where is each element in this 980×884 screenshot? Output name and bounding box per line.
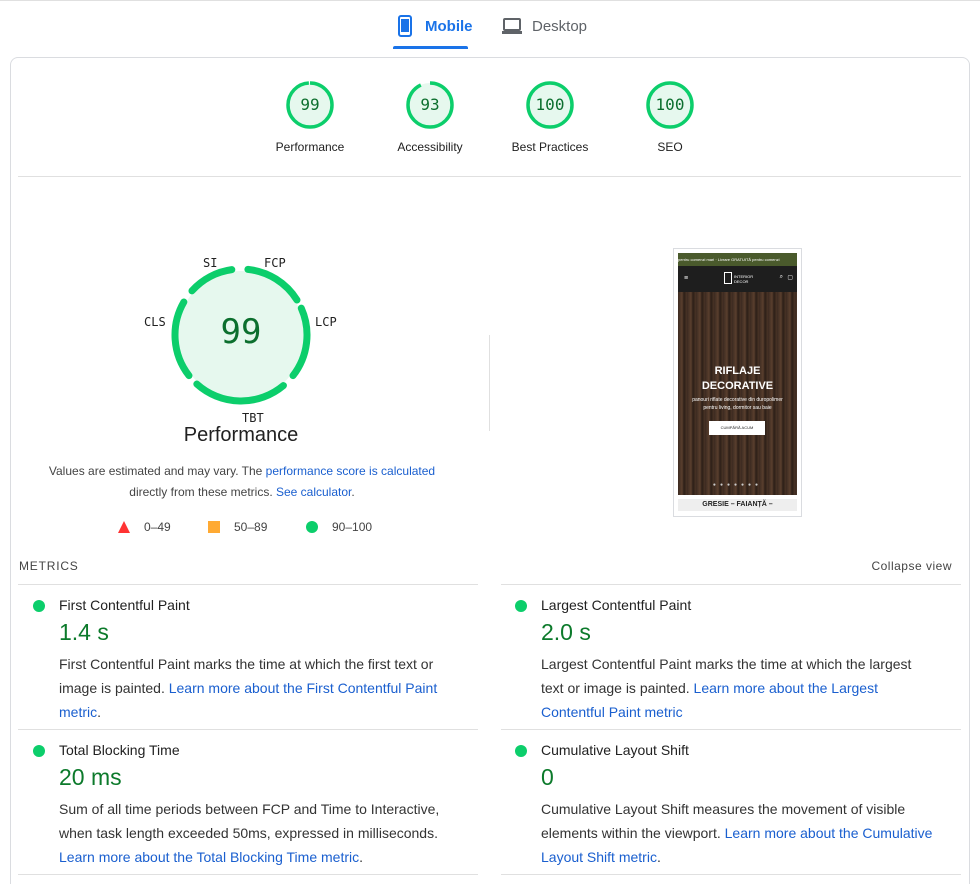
triangle-icon	[118, 521, 130, 533]
score-value: 93	[420, 95, 440, 114]
metric-desc-post: .	[97, 704, 102, 720]
note-text-2: directly from these metrics.	[129, 485, 276, 499]
see-calculator-link[interactable]: See calculator	[276, 485, 351, 499]
score-value: 100	[535, 95, 565, 114]
note-text-3: .	[351, 485, 355, 499]
pass-circle-icon	[33, 600, 45, 612]
search-icon: ⌕	[779, 274, 783, 280]
metrics-divider	[501, 584, 961, 585]
metrics-divider	[501, 874, 961, 875]
score-label: Performance	[275, 140, 345, 154]
performance-score: 99	[220, 312, 262, 352]
metrics-divider	[18, 729, 478, 730]
hero-subtitle: panouri riflate decorative din duropolim…	[692, 397, 783, 411]
legend-average: 50–89	[208, 520, 267, 534]
metric-description: First Contentful Paint marks the time at…	[59, 652, 454, 724]
metric-description: Sum of all time periods between FCP and …	[59, 797, 454, 869]
smartphone-icon	[394, 15, 416, 37]
pass-circle-icon	[33, 745, 45, 757]
score-note: Values are estimated and may vary. The p…	[40, 461, 444, 503]
score-gauge-seo[interactable]: 100 SEO	[620, 80, 720, 154]
cart-icon: ▢	[787, 275, 793, 281]
gauges-divider	[18, 176, 961, 177]
metric-name: Cumulative Layout Shift	[541, 742, 689, 758]
metric-description: Largest Contentful Paint marks the time …	[541, 652, 936, 724]
legend-pass-range: 90–100	[332, 520, 373, 534]
square-icon	[208, 521, 220, 533]
metric-desc-text: Sum of all time periods between FCP and …	[59, 801, 440, 841]
screenshot-footer: GRESIE – FAIANȚĂ –	[678, 499, 797, 511]
metric-fcp: First Contentful Paint 1.4 s First Conte…	[33, 597, 453, 722]
metric-value: 20 ms	[59, 764, 122, 790]
score-value: 100	[655, 95, 685, 114]
final-screenshot[interactable]: pentru comenzi mari · Livrare GRATUITĂ p…	[673, 248, 802, 517]
metric-name: First Contentful Paint	[59, 597, 190, 613]
legend-fail: 0–49	[118, 520, 171, 534]
metric-cls: Cumulative Layout Shift 0 Cumulative Lay…	[515, 742, 935, 867]
learn-more-tbt-link[interactable]: Learn more about the Total Blocking Time…	[59, 849, 359, 865]
metric-value: 1.4 s	[59, 619, 109, 645]
menu-icon: ≡	[684, 275, 689, 282]
metric-desc-post: .	[656, 849, 661, 865]
tab-mobile[interactable]: Mobile	[394, 12, 473, 40]
metric-label-lcp: LCP	[315, 315, 337, 329]
legend-average-range: 50–89	[234, 520, 268, 534]
legend-fail-range: 0–49	[144, 520, 171, 534]
metric-label-si: SI	[203, 256, 218, 270]
metrics-divider	[18, 874, 478, 875]
screenshot-logo: INTERIOR DECOR	[724, 272, 754, 286]
tab-desktop[interactable]: Desktop	[501, 12, 587, 40]
device-tabs: Mobile Desktop	[0, 0, 980, 52]
carousel-dots: ●●●●●●●	[712, 482, 763, 488]
metrics-divider	[18, 584, 478, 585]
metrics-divider	[501, 729, 961, 730]
laptop-icon	[501, 15, 523, 37]
hero-title: RIFLAJE DECORATIVE	[701, 365, 774, 392]
tab-mobile-label: Mobile	[425, 17, 473, 35]
score-value: 99	[300, 95, 320, 114]
metric-lcp: Largest Contentful Paint 2.0 s Largest C…	[515, 597, 935, 722]
score-calculated-link[interactable]: performance score is calculated	[266, 464, 435, 478]
active-tab-indicator	[393, 46, 468, 49]
pass-circle-icon	[515, 745, 527, 757]
performance-title: Performance	[183, 424, 299, 446]
note-text: Values are estimated and may vary. The	[48, 464, 266, 478]
logo-line-2: DECOR	[734, 279, 749, 284]
metric-label-cls: CLS	[144, 315, 166, 329]
score-gauge-performance[interactable]: 99 Performance	[260, 80, 360, 154]
metrics-heading: METRICS	[19, 559, 79, 573]
screenshot-header: ≡ INTERIOR DECOR ⌕ ▢	[678, 266, 797, 292]
pass-circle-icon	[515, 600, 527, 612]
metric-description: Cumulative Layout Shift measures the mov…	[541, 797, 936, 869]
vertical-divider	[489, 335, 490, 431]
score-label: Accessibility	[397, 140, 463, 154]
circle-icon	[306, 521, 318, 533]
hero-button: CUMPĂRĂ ACUM	[709, 421, 765, 435]
score-gauge-best-practices[interactable]: 100 Best Practices	[500, 80, 600, 154]
metric-value: 0	[541, 764, 554, 790]
tab-desktop-label: Desktop	[532, 17, 588, 35]
screenshot-promo-bar: pentru comenzi mari · Livrare GRATUITĂ p…	[678, 253, 797, 266]
legend-pass: 90–100	[306, 520, 372, 534]
metric-tbt: Total Blocking Time 20 ms Sum of all tim…	[33, 742, 453, 867]
screenshot-hero: RIFLAJE DECORATIVE panouri riflate decor…	[678, 292, 797, 495]
metric-label-fcp: FCP	[264, 256, 286, 270]
metric-name: Total Blocking Time	[59, 742, 180, 758]
score-gauge-accessibility[interactable]: 93 Accessibility	[380, 80, 480, 154]
metric-label-tbt: TBT	[242, 411, 264, 425]
metric-name: Largest Contentful Paint	[541, 597, 692, 613]
score-label: Best Practices	[511, 140, 589, 154]
metric-value: 2.0 s	[541, 619, 591, 645]
score-label: SEO	[657, 140, 683, 154]
collapse-view-button[interactable]: Collapse view	[871, 559, 952, 573]
metric-desc-post: .	[359, 849, 364, 865]
